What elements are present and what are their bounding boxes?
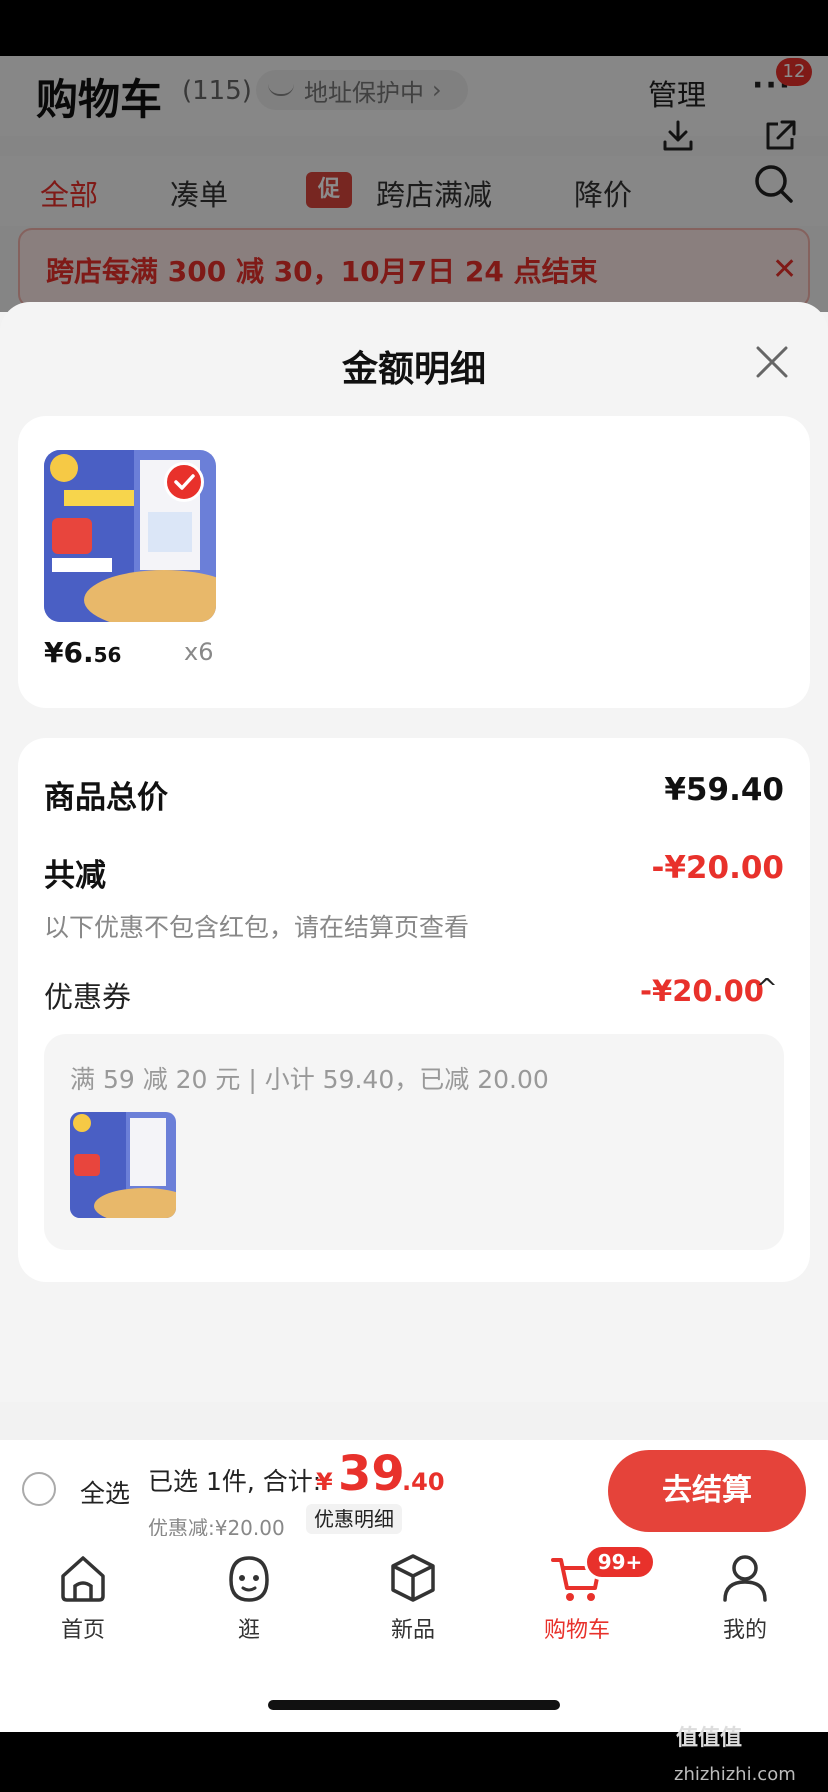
box-icon xyxy=(391,1554,435,1602)
bottom-tab-bar: 首页 逛 新品 购物车 99+ 我的 xyxy=(0,1536,828,1732)
watermark-url: zhizhizhi.com xyxy=(674,1764,796,1785)
person-icon xyxy=(723,1555,767,1602)
selected-summary: 已选 1件, 合计: xyxy=(148,1467,322,1496)
price-summary-card: 商品总价 ¥59.40 共减 -¥20.00 以下优惠不包含红包，请在结算页查看… xyxy=(18,738,810,1282)
checkout-button[interactable]: 去结算 xyxy=(608,1450,806,1532)
amount-detail-sheet: 金额明细 ¥6.56 x6 商品总价 ¥59.40 共减 -¥20.00 以下优… xyxy=(0,302,828,1402)
item-quantity: x6 xyxy=(184,638,214,666)
total-amount-integer: 39 xyxy=(338,1446,405,1502)
coupon-detail-box: 满 59 减 20 元 | 小计 59.40，已减 20.00 xyxy=(44,1034,784,1250)
select-all-label[interactable]: 全选 xyxy=(80,1474,130,1510)
selected-items-card: ¥6.56 x6 xyxy=(18,416,810,708)
tabbar-me[interactable]: 我的 xyxy=(690,1550,800,1644)
discount-detail-link[interactable]: 优惠明细 xyxy=(306,1504,402,1534)
modal-overlay[interactable] xyxy=(0,56,828,312)
total-amount-decimal: .40 xyxy=(402,1468,445,1496)
cart-page: 购物车 (115) 地址保护中 › 管理 ··· 12 全部 凑单 促 跨店满减… xyxy=(0,56,828,1732)
coupon-value[interactable]: -¥20.00 xyxy=(640,974,764,1008)
tabbar-browse-label: 逛 xyxy=(237,1618,260,1643)
total-currency: ¥ xyxy=(316,1468,333,1496)
total-discount-label: 共减 xyxy=(44,858,106,894)
item-price: ¥6.56 xyxy=(44,636,121,669)
watermark-logo: 值值值 xyxy=(676,1726,743,1751)
cart-count-badge: 99+ xyxy=(584,1544,656,1580)
product-thumbnail xyxy=(70,1112,176,1218)
tabbar-browse[interactable]: 逛 xyxy=(194,1550,304,1644)
discount-note: 以下优惠不包含红包，请在结算页查看 xyxy=(44,913,470,942)
home-icon xyxy=(61,1556,105,1602)
coupon-detail-text: 满 59 减 20 元 | 小计 59.40，已减 20.00 xyxy=(70,1065,549,1094)
tabbar-home-label: 首页 xyxy=(60,1618,105,1643)
tabbar-me-label: 我的 xyxy=(722,1618,767,1643)
close-icon[interactable] xyxy=(752,342,792,382)
smiley-face-icon xyxy=(229,1556,269,1602)
selected-check-icon xyxy=(164,462,204,502)
goods-total-value: ¥59.40 xyxy=(664,772,784,808)
home-indicator xyxy=(268,1700,560,1710)
tabbar-new-label: 新品 xyxy=(390,1618,435,1643)
status-bar xyxy=(0,0,828,56)
sheet-title: 金额明细 xyxy=(341,349,486,390)
tabbar-home[interactable]: 首页 xyxy=(28,1550,138,1644)
total-discount-value: -¥20.00 xyxy=(651,850,785,886)
item-price-main: ¥6. xyxy=(44,636,94,669)
goods-total-label: 商品总价 xyxy=(44,780,168,816)
chevron-up-icon[interactable]: ^ xyxy=(756,974,778,1004)
tabbar-new[interactable]: 新品 xyxy=(358,1550,468,1644)
coupon-label: 优惠券 xyxy=(44,980,132,1014)
checkout-footer: 全选 已选 1件, 合计: ¥ 39 .40 优惠减:¥20.00 优惠明细 去… xyxy=(0,1440,828,1540)
select-all-checkbox[interactable] xyxy=(22,1472,56,1506)
tabbar-cart-label: 购物车 xyxy=(543,1618,610,1643)
item-price-cents: 56 xyxy=(93,643,122,667)
